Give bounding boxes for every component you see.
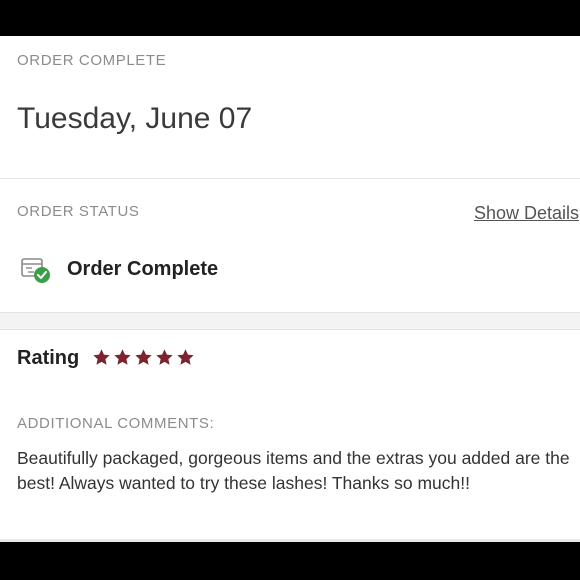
additional-comments-heading: ADDITIONAL COMMENTS:: [17, 415, 215, 432]
section-separator: [0, 312, 580, 330]
order-complete-heading: ORDER COMPLETE: [17, 52, 167, 69]
star-icon: [114, 349, 131, 365]
box-check-icon: [19, 255, 53, 285]
order-status-text: Order Complete: [67, 258, 219, 280]
show-details-link[interactable]: Show Details: [474, 203, 579, 224]
divider: [0, 539, 580, 542]
order-date: Tuesday, June 07: [17, 102, 253, 135]
star-icon: [93, 349, 110, 365]
order-detail-panel: ORDER COMPLETE Tuesday, June 07 ORDER ST…: [0, 36, 580, 542]
rating-stars: [92, 348, 195, 367]
star-icon: [177, 349, 194, 365]
order-status-heading: ORDER STATUS: [17, 203, 140, 220]
comment-text: Beautifully packaged, gorgeous items and…: [17, 448, 570, 493]
star-icon: [156, 349, 173, 365]
rating-label: Rating: [17, 347, 80, 369]
divider: [0, 178, 580, 179]
check-circle: [34, 267, 50, 283]
star-icon: [135, 349, 152, 365]
